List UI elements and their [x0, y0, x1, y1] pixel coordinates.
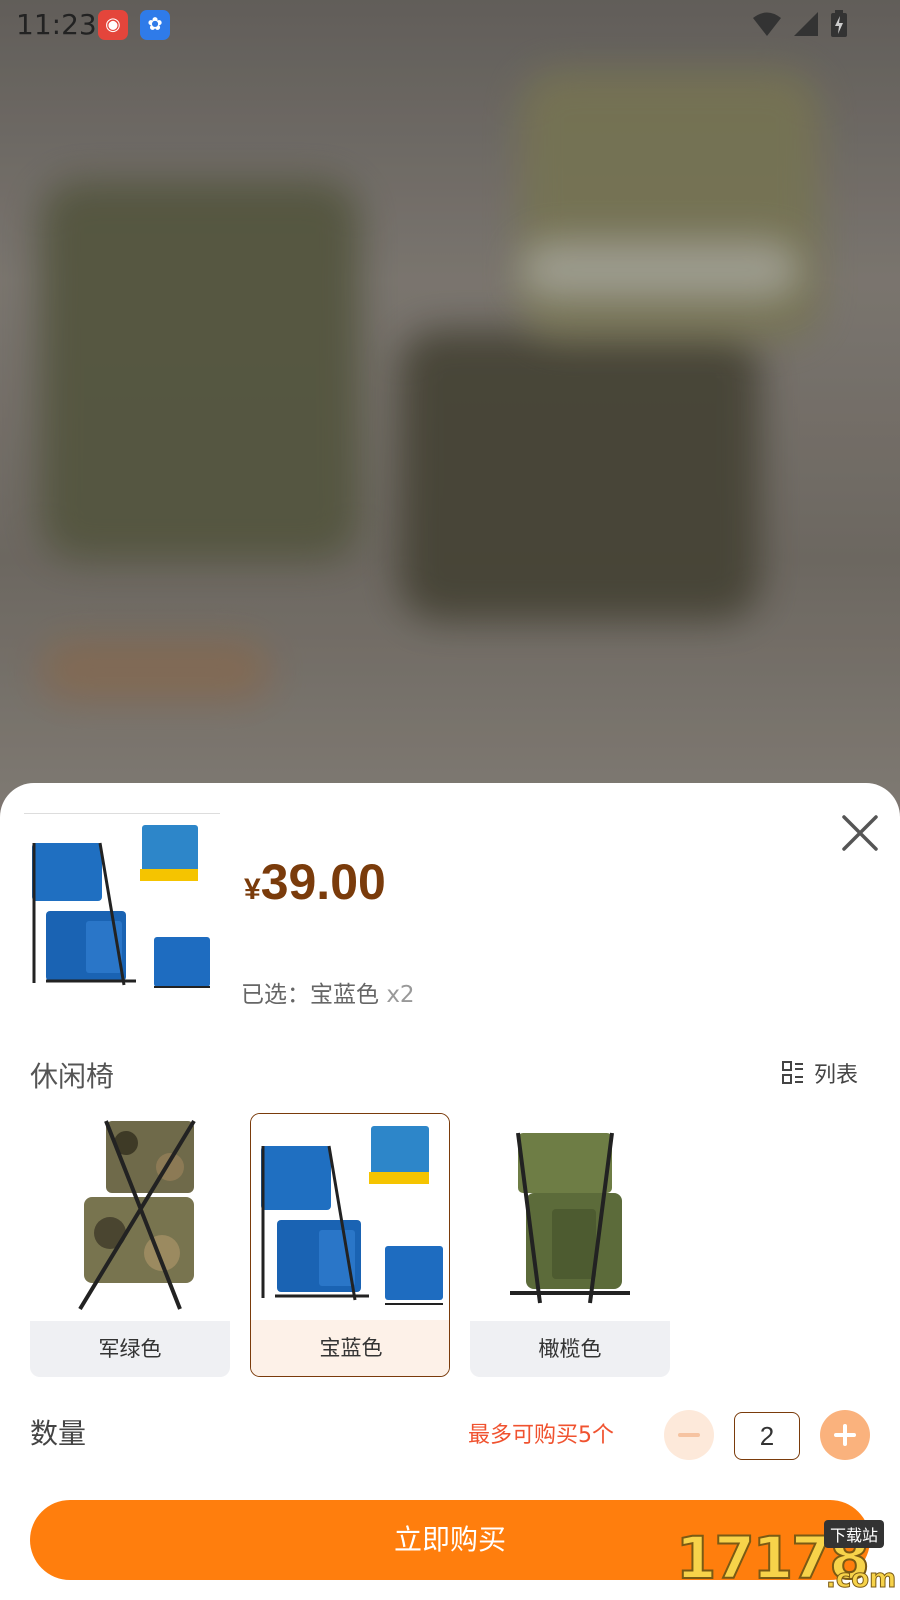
status-bar: 11:23 ◉ ✿: [0, 0, 900, 48]
list-view-label: 列表: [814, 1063, 859, 1088]
product-price: ¥39.00: [244, 853, 386, 911]
option-label: 军绿色: [30, 1321, 230, 1377]
purchase-limit-text: 最多可购买5个: [468, 1423, 614, 1448]
spec-category-label: 休闲椅: [30, 1060, 115, 1093]
decrease-quantity-button[interactable]: [664, 1410, 714, 1460]
status-time: 11:23: [16, 8, 97, 41]
quantity-label: 数量: [30, 1417, 87, 1450]
price-amount: 39.00: [260, 854, 386, 910]
option-image: [251, 1114, 449, 1321]
product-thumbnail: [24, 813, 220, 1009]
option-image: [30, 1113, 230, 1320]
selected-spec: 已选：宝蓝色 x2: [241, 975, 415, 1009]
option-royal-blue[interactable]: 宝蓝色: [250, 1113, 450, 1377]
close-icon[interactable]: [834, 807, 886, 859]
sku-selection-sheet: ¥39.00 已选：宝蓝色 x2 休闲椅 列表 军绿色 宝蓝色 橄榄色 数量 最…: [0, 783, 900, 1600]
selected-quantity: x2: [386, 982, 415, 1008]
option-label: 宝蓝色: [251, 1320, 449, 1376]
selected-value: 宝蓝色: [310, 982, 379, 1008]
price-currency: ¥: [244, 873, 261, 906]
list-view-toggle[interactable]: 列表: [782, 1057, 858, 1089]
option-army-green[interactable]: 军绿色: [30, 1113, 230, 1377]
site-watermark: 17178 下载站 .com: [675, 1516, 900, 1600]
weibo-app-icon: ◉: [98, 10, 128, 40]
notification-app-icon: ✿: [140, 10, 170, 40]
selected-prefix: 已选：: [241, 982, 310, 1008]
option-olive[interactable]: 橄榄色: [470, 1113, 670, 1377]
list-view-icon: [782, 1061, 803, 1084]
increase-quantity-button[interactable]: [820, 1410, 870, 1460]
watermark-suffix: .com: [825, 1564, 897, 1595]
quantity-input[interactable]: 2: [734, 1412, 800, 1460]
option-label: 橄榄色: [470, 1321, 670, 1377]
wifi-icon: [753, 12, 781, 36]
battery-charging-icon: [831, 10, 847, 37]
option-image: [470, 1113, 670, 1320]
sheet-overlay[interactable]: [0, 0, 900, 800]
signal-icon: [794, 12, 818, 36]
watermark-tag: 下载站: [824, 1520, 885, 1548]
